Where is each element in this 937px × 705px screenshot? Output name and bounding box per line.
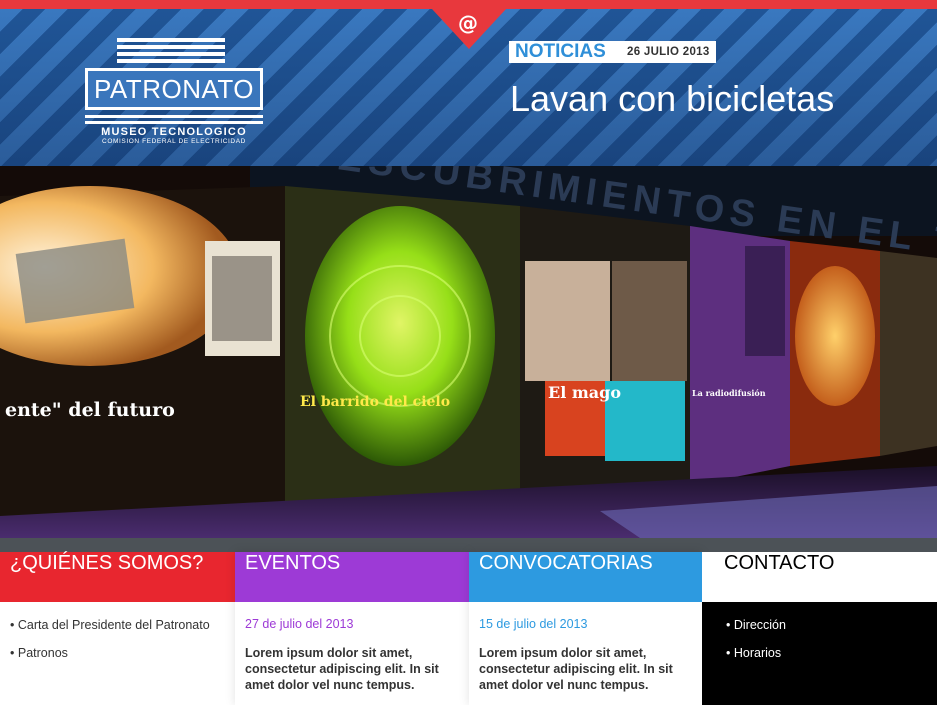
news-label[interactable]: NOTICIAS 26 JULIO 2013 <box>509 41 716 63</box>
link-direccion[interactable]: • Dirección <box>726 618 937 632</box>
hero-photo: DESCUBRIMIENTOS EN EL TIEMPO ente" del f… <box>0 166 937 538</box>
eventos-heading[interactable]: EVENTOS <box>235 552 469 602</box>
at-sign-icon[interactable]: @ <box>453 10 483 40</box>
news-date: 26 JULIO 2013 <box>627 46 710 58</box>
top-accent-bar <box>0 0 937 9</box>
section-convocatorias: CONVOCATORIAS 15 de julio del 2013 Lorem… <box>469 552 702 705</box>
convocatorias-date: 15 de julio del 2013 <box>479 617 588 631</box>
logo-top-lines <box>117 38 225 66</box>
news-headline[interactable]: Lavan con bicicletas <box>510 78 930 120</box>
contacto-list: • Dirección • Horarios <box>702 602 937 660</box>
logo-subtitle-small: COMISION FEDERAL DE ELECTRICIDAD <box>102 138 246 145</box>
hero-bottom-strip <box>0 538 937 552</box>
hero-headline-1: ente" del futuro <box>5 399 175 421</box>
link-carta-presidente[interactable]: • Carta del Presidente del Patronato <box>10 618 235 632</box>
hero-headline-2: El barrido del cielo <box>300 394 450 410</box>
convocatorias-summary[interactable]: Lorem ipsum dolor sit amet, consectetur … <box>469 631 702 693</box>
section-eventos: EVENTOS 27 de julio del 2013 Lorem ipsum… <box>235 552 469 705</box>
hero-headline-3: El mago <box>548 383 621 402</box>
section-contacto: CONTACTO • Dirección • Horarios <box>702 552 937 705</box>
quienes-somos-list: • Carta del Presidente del Patronato • P… <box>0 602 235 660</box>
quienes-somos-heading[interactable]: ¿QUIÉNES SOMOS? <box>0 552 235 602</box>
logo-name: PATRONATO <box>85 68 263 110</box>
exhibition-illustration: DESCUBRIMIENTOS EN EL TIEMPO ente" del f… <box>0 166 937 538</box>
link-patronos[interactable]: • Patronos <box>10 646 235 660</box>
sections-row: ¿QUIÉNES SOMOS? • Carta del Presidente d… <box>0 552 937 705</box>
patronato-logo[interactable]: PATRONATO MUSEO TECNOLOGICO COMISION FED… <box>85 38 265 148</box>
contacto-heading[interactable]: CONTACTO <box>702 552 937 602</box>
section-quienes-somos: ¿QUIÉNES SOMOS? • Carta del Presidente d… <box>0 552 235 705</box>
hero-headline-4: La radiodifusión <box>692 388 766 398</box>
convocatorias-heading[interactable]: CONVOCATORIAS <box>469 552 702 602</box>
eventos-summary[interactable]: Lorem ipsum dolor sit amet, consectetur … <box>235 631 469 693</box>
eventos-date: 27 de julio del 2013 <box>245 617 354 631</box>
link-horarios[interactable]: • Horarios <box>726 646 937 660</box>
logo-subtitle: MUSEO TECNOLOGICO <box>101 126 247 138</box>
news-tag: NOTICIAS <box>515 41 606 62</box>
